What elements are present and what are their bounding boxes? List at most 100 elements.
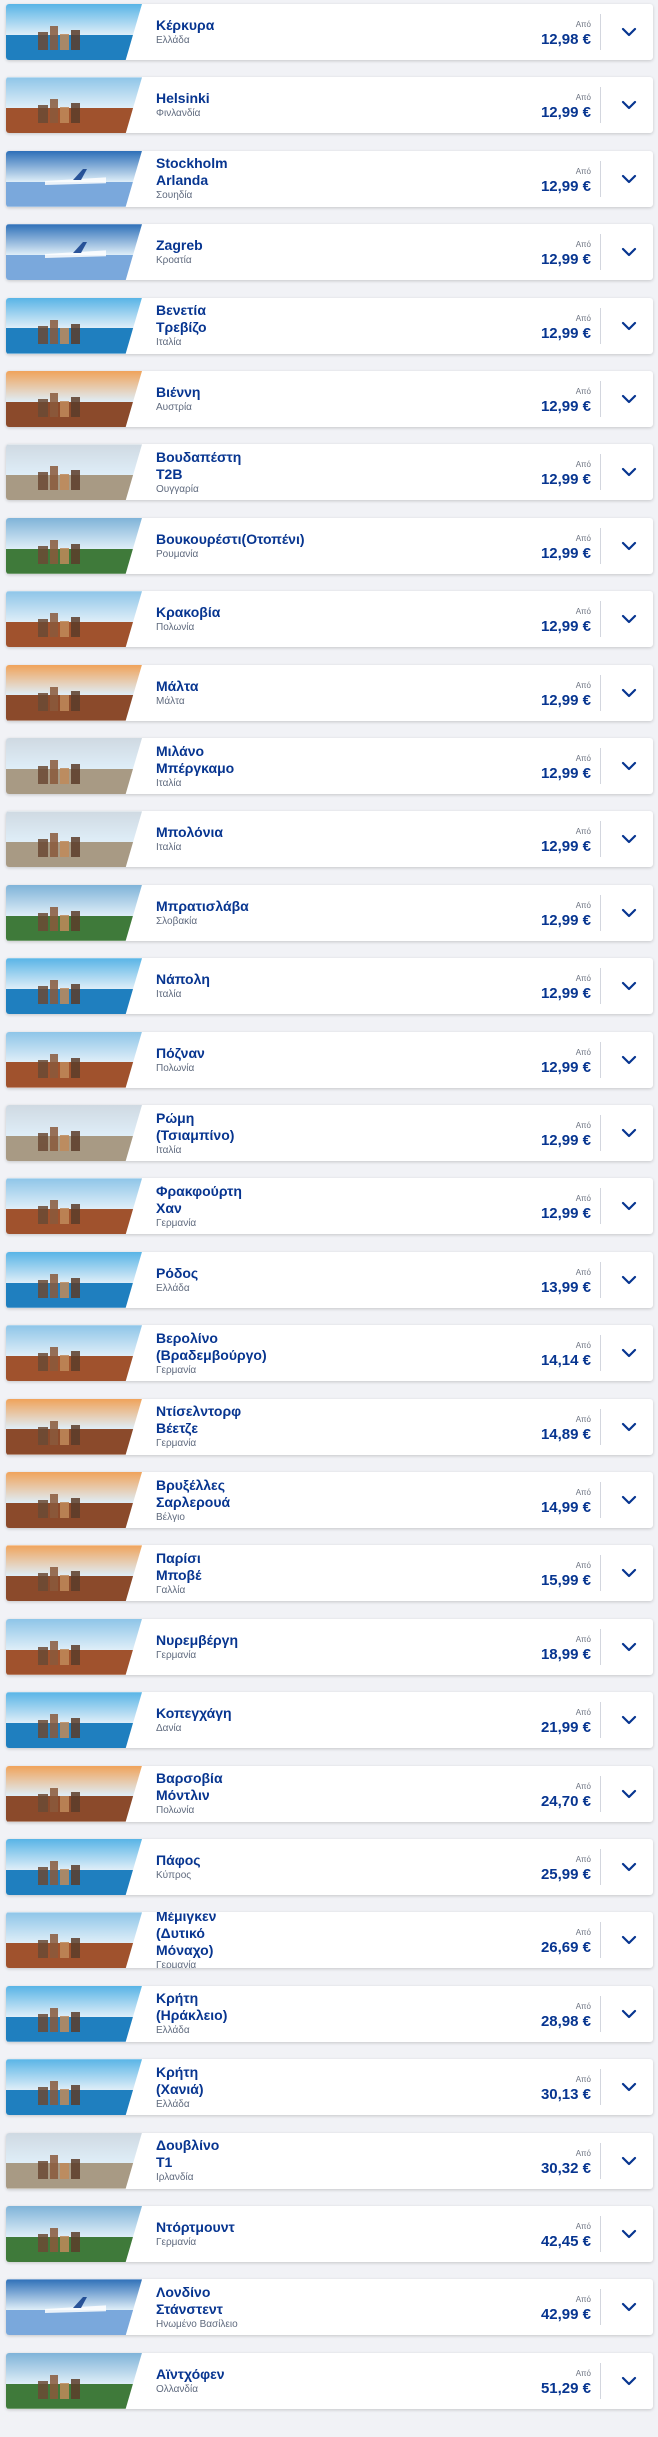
destination-card[interactable]: Βουκουρέστι(Οτοπένι) Ρουμανία Από 12,99 €: [6, 517, 653, 574]
chevron-down-icon[interactable]: [617, 93, 641, 117]
destination-image: [6, 958, 142, 1015]
chevron-down-icon[interactable]: [617, 2222, 641, 2246]
destination-price: 14,99 €: [540, 1499, 591, 1516]
chevron-down-icon[interactable]: [617, 1121, 641, 1145]
destination-city: Βιέννη: [156, 384, 201, 400]
chevron-down-icon[interactable]: [617, 534, 641, 558]
divider: [600, 1115, 601, 1151]
destination-image: [6, 1472, 142, 1528]
price-block: Από 28,98 €: [461, 1986, 591, 2042]
destination-price: 12,99 €: [540, 765, 591, 782]
divider: [600, 527, 601, 564]
destination-card[interactable]: Ρώμη (Τσιαμπίνο) Ιταλία Από 12,99 €: [6, 1105, 653, 1161]
destination-card[interactable]: Παρίσι Μποβέ Γαλλία Από 15,99 €: [6, 1545, 653, 1602]
destination-country: Αυστρία: [156, 402, 192, 413]
chevron-down-icon[interactable]: [617, 1194, 641, 1218]
destination-price: 12,99 €: [540, 544, 591, 562]
from-label: Από: [575, 2001, 591, 2011]
destination-card[interactable]: Κρακοβία Πολωνία Από 12,99 €: [6, 591, 653, 648]
destination-info: Μπολόνια Ιταλία: [156, 811, 446, 867]
chevron-down-icon[interactable]: [617, 1708, 641, 1732]
destination-card[interactable]: Βουδαπέστη T2B Ουγγαρία Από 12,99 €: [6, 444, 653, 501]
destination-card[interactable]: Κρήτη (Ηράκλειο) Ελλάδα Από 28,98 €: [6, 1985, 653, 2042]
destination-card[interactable]: Δουβλίνο T1 Ιρλανδία Από 30,32 €: [6, 2132, 653, 2189]
destination-card[interactable]: Μέμιγκεν (Δυτικό Μόναχο) Γερμανία Από 26,69…: [6, 1912, 653, 1969]
destination-card[interactable]: Ντίσελντορφ Βέετζε Γερμανία Από 14,89 €: [6, 1398, 653, 1455]
destination-card[interactable]: Μπρατισλάβα Σλοβακία Από 12,99 €: [6, 884, 653, 941]
divider: [600, 2362, 601, 2399]
destination-info: Ρώμη (Τσιαμπίνο) Ιταλία: [156, 1105, 446, 1161]
destination-card[interactable]: Βιέννη Αυστρία Από 12,99 €: [6, 371, 653, 427]
chevron-down-icon[interactable]: [617, 2149, 641, 2173]
chevron-down-icon[interactable]: [617, 167, 641, 191]
chevron-down-icon[interactable]: [617, 1928, 641, 1952]
destination-city: Βρυξέλλες Σαρλερουά: [156, 1476, 231, 1510]
destination-card[interactable]: Λονδίνο Στάνστεντ Ηνωμένο Βασίλειο Από 42,9…: [6, 2279, 653, 2336]
chevron-down-icon[interactable]: [617, 681, 641, 705]
destination-card[interactable]: Stockholm Arlanda Σουηδία Από 12,99 €: [6, 150, 653, 207]
price-block: Από 12,99 €: [461, 665, 591, 721]
divider: [600, 1922, 601, 1959]
divider: [600, 1995, 601, 2032]
destination-country: Ελλάδα: [156, 1282, 190, 1294]
destination-info: Πάφος Κύπρος: [156, 1839, 446, 1895]
destination-card[interactable]: Μάλτα Μάλτα Από 12,99 €: [6, 664, 653, 721]
chevron-down-icon[interactable]: [617, 314, 641, 338]
destination-card[interactable]: Βερολίνο (Βραδεμβούργο) Γερμανία Από 14,14 …: [6, 1325, 653, 1382]
destination-city: Ρώμη (Τσιαμπίνο): [156, 1109, 235, 1143]
destination-card[interactable]: Helsinki Φινλανδία Από 12,99 €: [6, 77, 653, 134]
destination-card[interactable]: Μιλάνο Μπέργκαμο Ιταλία Από 12,99 €: [6, 738, 653, 794]
chevron-down-icon[interactable]: [617, 901, 641, 925]
chevron-down-icon[interactable]: [617, 827, 641, 851]
chevron-down-icon[interactable]: [617, 1268, 641, 1292]
destination-card[interactable]: Αϊντχόφεν Ολλανδία Από 51,29 €: [6, 2352, 653, 2409]
chevron-down-icon[interactable]: [617, 1635, 641, 1659]
chevron-down-icon[interactable]: [617, 1048, 641, 1072]
chevron-down-icon[interactable]: [617, 754, 641, 778]
from-label: Από: [575, 754, 591, 763]
destination-card[interactable]: Φρακφούρτη Χαν Γερμανία Από 12,99 €: [6, 1178, 653, 1235]
destination-city: Βερολίνο (Βραδεμβούργο): [156, 1329, 267, 1363]
price-block: Από 30,32 €: [461, 2133, 591, 2189]
chevron-down-icon[interactable]: [617, 1782, 641, 1806]
chevron-down-icon[interactable]: [617, 2075, 641, 2099]
chevron-down-icon[interactable]: [617, 240, 641, 264]
destination-card[interactable]: Ντόρτμουντ Γερμανία Από 42,45 €: [6, 2206, 653, 2262]
destination-country: Δανία: [156, 1723, 182, 1735]
destination-card[interactable]: Κέρκυρα Ελλάδα Από 12,98 €: [6, 4, 653, 60]
destination-card[interactable]: Νυρεμβέργη Γερμανία Από 18,99 €: [6, 1618, 653, 1675]
destination-price: 12,99 €: [540, 691, 591, 709]
chevron-down-icon[interactable]: [617, 2002, 641, 2026]
destination-image: [6, 1031, 142, 1088]
chevron-down-icon[interactable]: [617, 1855, 641, 1879]
divider: [600, 601, 601, 638]
destination-card[interactable]: Μπολόνια Ιταλία Από 12,99 €: [6, 811, 653, 868]
destination-card[interactable]: Βενετία Τρεβίζο Ιταλία Από 12,99 €: [6, 297, 653, 354]
chevron-down-icon[interactable]: [617, 607, 641, 631]
destination-card[interactable]: Πάφος Κύπρος Από 25,99 €: [6, 1839, 653, 1895]
destination-image: [6, 4, 142, 60]
chevron-down-icon[interactable]: [617, 1415, 641, 1439]
destination-card[interactable]: Πόζναν Πολωνία Από 12,99 €: [6, 1031, 653, 1088]
chevron-down-icon[interactable]: [617, 1488, 641, 1512]
chevron-down-icon[interactable]: [617, 387, 641, 411]
divider: [600, 14, 601, 50]
destination-card[interactable]: Βρυξέλλες Σαρλερουά Βέλγιο Από 14,99 €: [6, 1472, 653, 1528]
destination-card[interactable]: Βαρσοβία Μόντλιν Πολωνία Από 24,70 €: [6, 1765, 653, 1822]
destination-card[interactable]: Ρόδος Ελλάδα Από 13,99 €: [6, 1251, 653, 1308]
chevron-down-icon[interactable]: [617, 974, 641, 998]
chevron-down-icon[interactable]: [617, 1341, 641, 1365]
chevron-down-icon[interactable]: [617, 2295, 641, 2319]
destination-card[interactable]: Κοπεγχάγη Δανία Από 21,99 €: [6, 1692, 653, 1749]
destination-city: Κρακοβία: [156, 604, 221, 621]
chevron-down-icon[interactable]: [617, 460, 641, 484]
destination-country: Γερμανία: [156, 1438, 197, 1450]
from-label: Από: [575, 20, 591, 29]
destination-card[interactable]: Κρήτη (Χανιά) Ελλάδα Από 30,13 €: [6, 2059, 653, 2116]
chevron-down-icon[interactable]: [617, 2369, 641, 2393]
destination-card[interactable]: Νάπολη Ιταλία Από 12,99 €: [6, 958, 653, 1015]
destination-price: 51,29 €: [540, 2379, 591, 2397]
destination-card[interactable]: Zagreb Κροατία Από 12,99 €: [6, 224, 653, 281]
chevron-down-icon[interactable]: [617, 1561, 641, 1585]
chevron-down-icon[interactable]: [617, 20, 641, 44]
